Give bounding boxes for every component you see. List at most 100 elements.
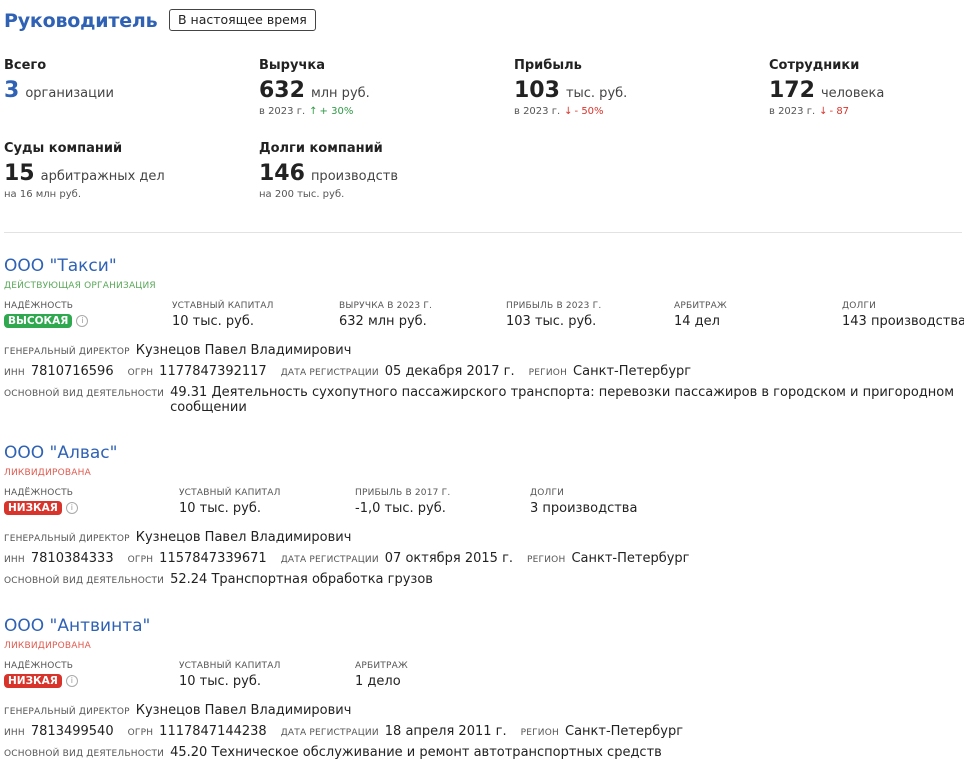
metric-label: ДОЛГИ xyxy=(530,488,565,498)
metric-value: 10 тыс. руб. xyxy=(179,674,262,689)
activity-value: 52.24 Транспортная обработка грузов xyxy=(170,572,433,587)
metric-label: НАДЁЖНОСТЬ xyxy=(4,301,74,311)
stat-trend: - 87 xyxy=(829,106,850,117)
stat-unit: тыс. руб. xyxy=(565,86,628,101)
metric-label: ПРИБЫЛЬ В 2023 Г. xyxy=(506,301,602,311)
period-button[interactable]: В настоящее время xyxy=(169,9,316,31)
director-name[interactable]: Кузнецов Павел Владимирович xyxy=(136,530,352,545)
metric-arbitration: АРБИТРАЖ 14 дел xyxy=(674,301,727,329)
inn-value: 7813499540 xyxy=(30,724,114,739)
ogrn-value: 1177847392117 xyxy=(159,364,267,379)
metric-capital: УСТАВНЫЙ КАПИТАЛ 10 тыс. руб. xyxy=(179,488,281,516)
org-name-link[interactable]: ООО "Такси" xyxy=(4,256,964,276)
stat-revenue-value: 632 xyxy=(259,78,305,103)
stat-label: Сотрудники xyxy=(769,58,860,73)
metric-label: НАДЁЖНОСТЬ xyxy=(4,661,74,671)
reg-date-label: ДАТА РЕГИСТРАЦИИ xyxy=(280,368,379,378)
inn-label: ИНН xyxy=(4,368,25,378)
director-label: ГЕНЕРАЛЬНЫЙ ДИРЕКТОР xyxy=(4,707,130,717)
stat-revenue: Выручка 632 млн руб. в 2023 г. ↑ + 30% xyxy=(259,58,499,117)
ogrn-label: ОГРН xyxy=(127,728,154,738)
metric-reliability: НАДЁЖНОСТЬ НИЗКАЯ i xyxy=(4,488,78,515)
stat-sub: на 16 млн руб. xyxy=(4,189,82,200)
region-value: Санкт-Петербург xyxy=(573,364,692,379)
stat-label: Всего xyxy=(4,58,47,73)
reg-date-value: 07 октября 2015 г. xyxy=(384,551,514,566)
metric-revenue: ВЫРУЧКА В 2023 Г. 632 млн руб. xyxy=(339,301,432,329)
region-label: РЕГИОН xyxy=(520,728,559,738)
org-status: ЛИКВИДИРОВАНА xyxy=(4,468,91,478)
stat-employees-value: 172 xyxy=(769,78,815,103)
org-name-link[interactable]: ООО "Антвинта" xyxy=(4,616,964,636)
director-label: ГЕНЕРАЛЬНЫЙ ДИРЕКТОР xyxy=(4,347,130,357)
org-card: ООО "Такси" ДЕЙСТВУЮЩАЯ ОРГАНИЗАЦИЯ НАДЁ… xyxy=(4,256,964,415)
stat-courts: Суды компаний 15 арбитражных дел на 16 м… xyxy=(4,141,244,200)
director-name[interactable]: Кузнецов Павел Владимирович xyxy=(136,703,352,718)
stat-unit: организации xyxy=(25,86,114,101)
stat-unit: человека xyxy=(820,86,885,101)
info-circle-icon[interactable]: i xyxy=(76,315,89,327)
metric-profit: ПРИБЫЛЬ В 2017 Г. -1,0 тыс. руб. xyxy=(355,488,450,516)
metric-label: НАДЁЖНОСТЬ xyxy=(4,488,74,498)
page-header: Руководитель xyxy=(4,8,158,34)
activity-label: ОСНОВНОЙ ВИД ДЕЯТЕЛЬНОСТИ xyxy=(4,749,165,759)
metric-label: УСТАВНЫЙ КАПИТАЛ xyxy=(179,488,281,498)
stat-unit: арбитражных дел xyxy=(40,169,165,184)
metric-value: -1,0 тыс. руб. xyxy=(355,501,446,516)
ogrn-value: 1117847144238 xyxy=(159,724,267,739)
org-name-link[interactable]: ООО "Алвас" xyxy=(4,443,964,463)
divider xyxy=(4,232,962,233)
director-name[interactable]: Кузнецов Павел Владимирович xyxy=(136,343,352,358)
arrow-down-icon: ↓ xyxy=(819,106,828,117)
org-card: ООО "Антвинта" ЛИКВИДИРОВАНА НАДЁЖНОСТЬ … xyxy=(4,616,964,760)
metric-value: 10 тыс. руб. xyxy=(172,314,255,329)
metric-debts: ДОЛГИ 3 производства xyxy=(530,488,637,516)
metric-value[interactable]: 1 дело xyxy=(355,674,408,689)
metric-value: 103 тыс. руб. xyxy=(506,314,597,329)
region-value: Санкт-Петербург xyxy=(571,551,690,566)
activity-label: ОСНОВНОЙ ВИД ДЕЯТЕЛЬНОСТИ xyxy=(4,389,165,399)
metric-value: 632 млн руб. xyxy=(339,314,427,329)
region-label: РЕГИОН xyxy=(527,555,566,565)
stat-label: Суды компаний xyxy=(4,141,123,156)
reg-date-value: 18 апреля 2011 г. xyxy=(384,724,507,739)
metric-label: УСТАВНЫЙ КАПИТАЛ xyxy=(179,661,281,671)
activity-label: ОСНОВНОЙ ВИД ДЕЯТЕЛЬНОСТИ xyxy=(4,576,165,586)
org-card: ООО "Алвас" ЛИКВИДИРОВАНА НАДЁЖНОСТЬ НИЗ… xyxy=(4,443,964,587)
reg-date-value: 05 декабря 2017 г. xyxy=(384,364,515,379)
metric-profit: ПРИБЫЛЬ В 2023 Г. 103 тыс. руб. xyxy=(506,301,601,329)
info-circle-icon[interactable]: i xyxy=(65,502,78,514)
metric-value: 10 тыс. руб. xyxy=(179,501,262,516)
stat-year: в 2023 г. xyxy=(259,106,306,117)
inn-value: 7810716596 xyxy=(30,364,114,379)
stat-debts-value: 146 xyxy=(259,161,305,186)
stat-label: Прибыль xyxy=(514,58,582,73)
metric-value[interactable]: 143 производства xyxy=(842,314,964,329)
stat-courts-value: 15 xyxy=(4,161,35,186)
stat-label: Долги компаний xyxy=(259,141,383,156)
inn-label: ИНН xyxy=(4,728,25,738)
inn-value: 7810384333 xyxy=(30,551,114,566)
stat-unit: производств xyxy=(310,169,398,184)
metric-value[interactable]: 3 производства xyxy=(530,501,637,516)
metric-label: УСТАВНЫЙ КАПИТАЛ xyxy=(172,301,274,311)
metric-capital: УСТАВНЫЙ КАПИТАЛ 10 тыс. руб. xyxy=(172,301,274,329)
stat-profit-value: 103 xyxy=(514,78,560,103)
info-circle-icon[interactable]: i xyxy=(65,675,78,687)
metric-value[interactable]: 14 дел xyxy=(674,314,727,329)
reg-date-label: ДАТА РЕГИСТРАЦИИ xyxy=(280,728,379,738)
metric-label: ПРИБЫЛЬ В 2017 Г. xyxy=(355,488,451,498)
stat-profit: Прибыль 103 тыс. руб. в 2023 г. ↓ - 50% xyxy=(514,58,754,117)
stat-sub: на 200 тыс. руб. xyxy=(259,189,345,200)
region-label: РЕГИОН xyxy=(528,368,568,378)
stat-label: Выручка xyxy=(259,58,325,73)
stat-trend: + 30% xyxy=(319,106,354,117)
org-status: ДЕЙСТВУЮЩАЯ ОРГАНИЗАЦИЯ xyxy=(4,281,156,291)
org-status: ЛИКВИДИРОВАНА xyxy=(4,641,91,651)
metric-capital: УСТАВНЫЙ КАПИТАЛ 10 тыс. руб. xyxy=(179,661,281,689)
stat-debts: Долги компаний 146 производств на 200 ты… xyxy=(259,141,499,200)
metric-reliability: НАДЁЖНОСТЬ ВЫСОКАЯ i xyxy=(4,301,89,328)
stat-total-value[interactable]: 3 xyxy=(4,79,19,103)
stat-year: в 2023 г. xyxy=(514,106,561,117)
activity-value: 49.31 Деятельность сухопутного пассажирс… xyxy=(170,385,955,415)
